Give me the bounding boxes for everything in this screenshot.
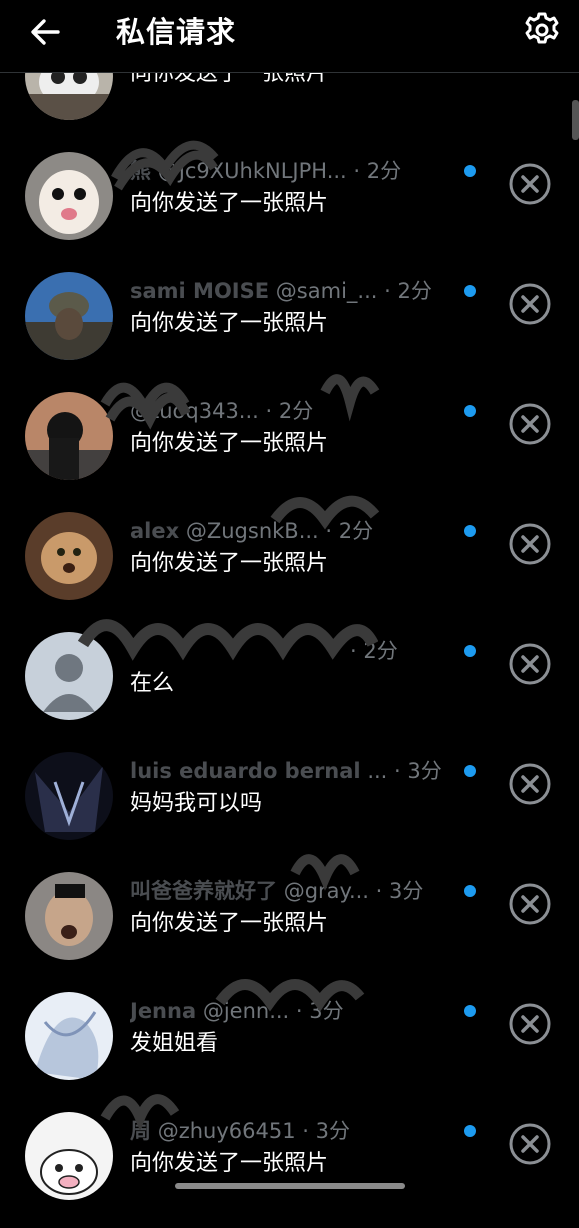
close-circle-icon — [509, 403, 551, 445]
message-request-list: 向你发送了一张照片 熊 @Jc9XUhkNLJPH... · 2分 向你发送了一… — [0, 0, 579, 1200]
arrow-left-icon — [31, 19, 60, 45]
close-circle-icon — [509, 883, 551, 925]
sender-meta: 熊 @Jc9XUhkNLJPH... · 2分 — [130, 159, 402, 183]
decline-button[interactable] — [508, 402, 552, 446]
unread-dot — [464, 525, 476, 537]
sender-meta: @tuoq343... · 2分 — [130, 399, 314, 423]
avatar[interactable] — [25, 152, 113, 240]
close-circle-icon — [509, 1003, 551, 1045]
sender-meta: sami MOISE @sami_... · 2分 — [130, 279, 432, 303]
list-item[interactable]: 叫爸爸养就好了 @gray... · 3分 向你发送了一张照片 — [0, 854, 579, 988]
avatar[interactable] — [25, 392, 113, 480]
sender-meta: luis eduardo bernal ... · 3分 — [130, 759, 442, 783]
back-button[interactable] — [28, 14, 64, 50]
unread-dot — [464, 165, 476, 177]
message-preview: 向你发送了一张照片 — [130, 911, 329, 936]
settings-button[interactable] — [522, 10, 562, 50]
timestamp: 2分 — [278, 399, 314, 423]
sender-meta: Jenna @jenn... · 3分 — [130, 999, 344, 1023]
avatar[interactable] — [25, 752, 113, 840]
sender-handle: @tuoq343... — [130, 399, 259, 423]
sender-handle: @sami_... — [275, 279, 378, 303]
message-preview: 妈妈我可以吗 — [130, 791, 263, 816]
sender-name: 周 — [130, 1119, 151, 1143]
top-app-bar: 私信请求 — [0, 0, 579, 73]
sender-handle: @gray... — [283, 879, 369, 903]
close-circle-icon — [509, 763, 551, 805]
sender-name: alex — [130, 519, 180, 543]
unread-dot — [464, 285, 476, 297]
sender-meta: · 2分 — [350, 639, 398, 663]
message-preview: 向你发送了一张照片 — [130, 551, 329, 576]
sender-handle: @Jc9XUhkNLJPH... — [157, 159, 347, 183]
unread-dot — [464, 1125, 476, 1137]
timestamp: 3分 — [407, 759, 442, 783]
list-item[interactable]: @tuoq343... · 2分 向你发送了一张照片 — [0, 374, 579, 508]
message-preview: 向你发送了一张照片 — [130, 191, 329, 216]
unread-dot — [464, 885, 476, 897]
list-item[interactable]: 熊 @Jc9XUhkNLJPH... · 2分 向你发送了一张照片 — [0, 140, 579, 268]
sender-handle: @ZugsnkB... — [185, 519, 319, 543]
close-circle-icon — [509, 163, 551, 205]
unread-dot — [464, 645, 476, 657]
sender-name: 叫爸爸养就好了 — [130, 879, 277, 903]
avatar[interactable] — [25, 632, 113, 720]
list-item[interactable]: · 2分 在么 — [0, 619, 579, 748]
timestamp: 3分 — [315, 1119, 350, 1143]
list-item[interactable]: alex @ZugsnkB... · 2分 向你发送了一张照片 — [0, 495, 579, 628]
sender-handle: ... — [367, 759, 388, 783]
avatar[interactable] — [25, 1112, 113, 1200]
avatar[interactable] — [25, 992, 113, 1080]
decline-button[interactable] — [508, 162, 552, 206]
message-preview: 发姐姐看 — [130, 1031, 219, 1056]
list-item[interactable]: luis eduardo bernal ... · 3分 妈妈我可以吗 — [0, 748, 579, 868]
decline-button[interactable] — [508, 1122, 552, 1166]
list-item[interactable]: 周 @zhuy66451 · 3分 向你发送了一张照片 — [0, 1094, 579, 1228]
sender-name: Jenna — [130, 999, 197, 1023]
sender-name: 熊 — [130, 159, 151, 183]
unread-dot — [464, 405, 476, 417]
message-preview: 向你发送了一张照片 — [130, 311, 329, 336]
unread-dot — [464, 765, 476, 777]
timestamp: 3分 — [389, 879, 424, 903]
list-item[interactable]: sami MOISE @sami_... · 2分 向你发送了一张照片 — [0, 268, 579, 388]
sender-meta: alex @ZugsnkB... · 2分 — [130, 519, 374, 543]
sender-handle: @jenn... — [202, 999, 290, 1023]
message-preview: 在么 — [130, 671, 175, 696]
message-preview: 向你发送了一张照片 — [130, 1151, 329, 1176]
sender-name: sami MOISE — [130, 279, 270, 303]
page-title: 私信请求 — [116, 15, 237, 49]
sender-handle: @zhuy66451 — [157, 1119, 296, 1143]
decline-button[interactable] — [508, 1002, 552, 1046]
timestamp: 3分 — [309, 999, 344, 1023]
sender-meta: 周 @zhuy66451 · 3分 — [130, 1119, 350, 1143]
close-circle-icon — [509, 523, 551, 565]
timestamp: 2分 — [363, 639, 398, 663]
decline-button[interactable] — [508, 882, 552, 926]
close-circle-icon — [509, 1123, 551, 1165]
list-item[interactable]: Jenna @jenn... · 3分 发姐姐看 — [0, 979, 579, 1108]
timestamp: 2分 — [338, 519, 374, 543]
home-indicator — [175, 1183, 405, 1189]
gear-icon — [525, 12, 559, 44]
scrollbar[interactable] — [572, 100, 579, 140]
decline-button[interactable] — [508, 522, 552, 566]
close-circle-icon — [509, 283, 551, 325]
avatar[interactable] — [25, 512, 113, 600]
unread-dot — [464, 1005, 476, 1017]
avatar[interactable] — [25, 272, 113, 360]
timestamp: 2分 — [397, 279, 432, 303]
timestamp: 2分 — [366, 159, 402, 183]
decline-button[interactable] — [508, 282, 552, 326]
decline-button[interactable] — [508, 642, 552, 686]
message-preview: 向你发送了一张照片 — [130, 431, 329, 456]
avatar[interactable] — [25, 872, 113, 960]
sender-name: luis eduardo bernal — [130, 759, 361, 783]
sender-meta: 叫爸爸养就好了 @gray... · 3分 — [130, 879, 424, 903]
decline-button[interactable] — [508, 762, 552, 806]
close-circle-icon — [509, 643, 551, 685]
